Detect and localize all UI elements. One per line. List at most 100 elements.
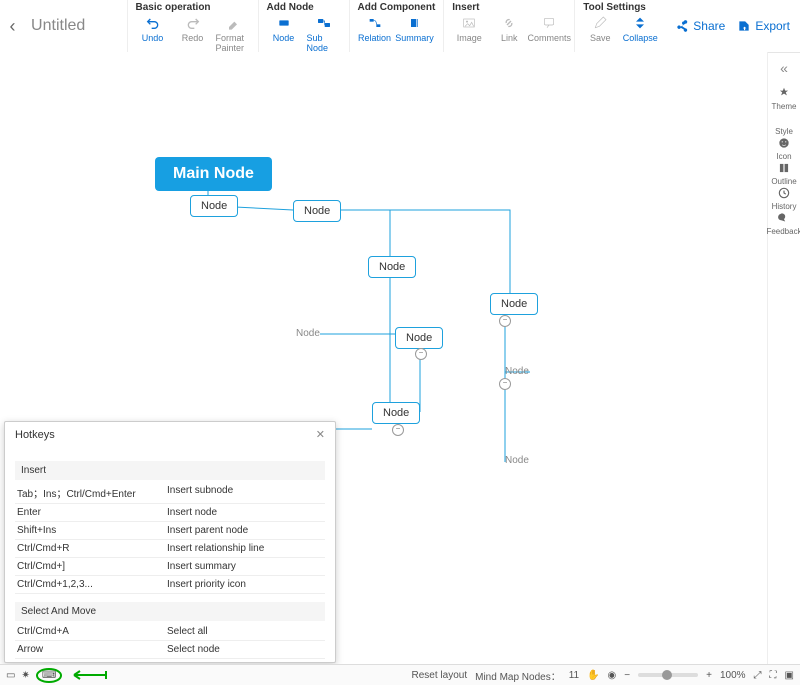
hk-row: Tab；Ins；Ctrl/Cmd+EnterInsert subnode [15,482,325,504]
hk-row: Ctrl/Cmd+ASelect all [15,623,325,641]
share-label: Share [693,19,725,33]
sidebar-icon-label: Icon [776,152,791,161]
focus-icon[interactable]: ▣ [785,670,794,681]
fmt-label: Format Painter [216,33,250,53]
summary-button[interactable]: Summary [398,15,432,43]
group-tool-settings: Tool Settings [583,2,657,13]
nodes-count: 11 [569,670,579,681]
hk-row: Shift+InsInsert parent node [15,522,325,540]
summary-label: Summary [395,33,434,43]
fullscreen-icon[interactable]: ⛶ [770,670,777,681]
main-node[interactable]: Main Node [155,157,272,191]
zoom-in-icon[interactable]: + [706,670,712,681]
sidebar-collapse[interactable]: « [780,60,788,76]
hotkeys-close-icon[interactable]: ✕ [316,428,325,441]
image-button[interactable]: Image [452,15,486,43]
relation-label: Relation [358,33,391,43]
collapse-label: Collapse [623,33,658,43]
export-icon [737,19,751,33]
save-label: Save [590,33,611,43]
eye-icon[interactable]: ◉ [608,670,617,681]
hotkeys-title: Hotkeys [15,429,55,441]
hk-row: EnterInsert node [15,504,325,522]
node-1[interactable]: Node [293,200,341,222]
sidebar-theme-label: Theme [772,102,797,111]
back-button[interactable]: ‹ [0,0,25,52]
zoom-slider[interactable] [638,673,698,677]
collapse-button[interactable]: Collapse [623,15,657,43]
redo-button[interactable]: Redo [176,15,210,53]
page-title: Untitled [25,0,126,52]
collapse-toggle-3[interactable]: − [499,378,511,390]
sidebar-history-label: History [772,202,797,211]
group-basic-operation: Basic operation [136,2,250,13]
share-icon [675,19,689,33]
group-add-component: Add Component [358,2,436,13]
node-button[interactable]: Node [267,15,301,53]
node-label-3[interactable]: Node [505,455,529,466]
sidebar-item-theme[interactable]: Theme [766,86,800,111]
style-icon [777,111,791,125]
subnode-button[interactable]: Sub Node [307,15,341,53]
theme-icon [777,86,791,100]
outline-icon [777,161,791,175]
zoom-out-icon[interactable]: − [624,670,630,681]
sidebar-item-history[interactable]: History [766,186,800,211]
node-4[interactable]: Node [395,327,443,349]
fit-icon[interactable]: ⤢ [754,670,762,681]
presentation-icon[interactable]: ▭ [6,670,15,681]
sidebar-item-feedback[interactable]: Feedback [766,211,800,236]
undo-button[interactable]: Undo [136,15,170,53]
node-label-2[interactable]: Node [505,366,529,377]
comments-button[interactable]: Comments [532,15,566,43]
fmt-button[interactable]: Format Painter [216,15,250,53]
hk-row: Ctrl/Cmd+1,2,3...Insert priority icon [15,576,325,594]
redo-label: Redo [182,33,204,43]
export-button[interactable]: Export [737,19,790,33]
sidebar-feedback-label: Feedback [766,227,800,236]
hk-row: Ctrl/Cmd+RInsert relationship line [15,540,325,558]
hk-row: Ctrl/Cmd+]Insert summary [15,558,325,576]
sidebar-item-icon[interactable]: Icon [766,136,800,161]
hand-icon[interactable]: ✋ [587,670,599,681]
collapse-toggle-2[interactable]: − [392,424,404,436]
save-button[interactable]: Save [583,15,617,43]
collapse-toggle-0[interactable]: − [499,315,511,327]
group-add-node: Add Node [267,2,341,13]
nodes-label: Mind Map Nodes： [475,668,561,683]
link-label: Link [501,33,518,43]
zoom-value: 100% [720,670,746,681]
link-button[interactable]: Link [492,15,526,43]
image-label: Image [457,33,482,43]
node-3[interactable]: Node [490,293,538,315]
node-label-0[interactable]: Node [296,328,320,339]
node-2[interactable]: Node [368,256,416,278]
node-0[interactable]: Node [190,195,238,217]
collapse-toggle-1[interactable]: − [415,348,427,360]
sidebar-style-label: Style [775,127,793,136]
sidebar-item-style[interactable]: Style [766,111,800,136]
hk-section-select-and-move: Select And Move [15,602,325,621]
hk-row: ArrowSelect node [15,641,325,659]
keyboard-icon[interactable]: ⌨ [36,668,62,683]
relation-button[interactable]: Relation [358,15,392,43]
comments-label: Comments [528,33,572,43]
node-5[interactable]: Node [372,402,420,424]
history-icon [777,186,791,200]
sidebar: « Theme Style Icon Outline History Feedback [767,52,800,665]
sidebar-outline-label: Outline [771,177,796,186]
share-button[interactable]: Share [675,19,725,33]
undo-label: Undo [142,33,164,43]
hotkeys-panel: Hotkeys ✕ Insert Tab；Ins；Ctrl/Cmd+EnterIn… [4,421,336,663]
annotation-arrow [68,669,108,681]
sidebar-item-outline[interactable]: Outline [766,161,800,186]
export-label: Export [755,19,790,33]
brightness-icon[interactable]: ✷ [21,670,29,681]
icon-icon [777,136,791,150]
group-insert: Insert [452,2,566,13]
hk-section-insert: Insert [15,461,325,480]
subnode-label: Sub Node [307,33,341,53]
node-label: Node [273,33,295,43]
reset-layout-button[interactable]: Reset layout [412,670,468,681]
feedback-icon [777,211,791,225]
